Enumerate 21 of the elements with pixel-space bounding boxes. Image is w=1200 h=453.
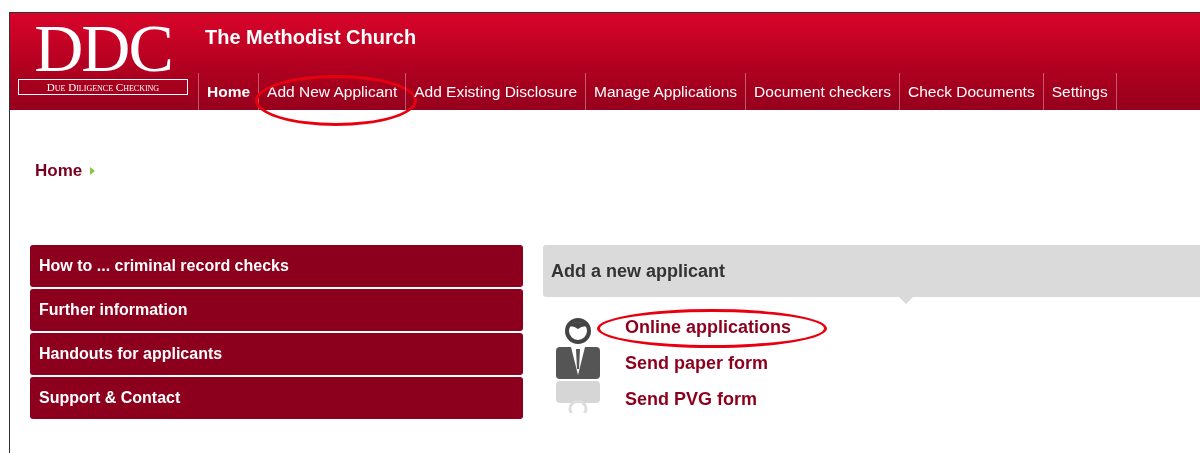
option-link[interactable]: Online applications — [625, 317, 792, 338]
panel-title: Add a new applicant — [551, 260, 726, 282]
nav-tab[interactable]: Settings — [1043, 73, 1116, 110]
nav-tab[interactable]: Document checkers — [746, 73, 900, 110]
nav-tab[interactable]: Home — [199, 73, 259, 110]
sidebar-item[interactable]: Further information — [30, 289, 523, 331]
nav-tab[interactable]: Add New Applicant — [259, 73, 406, 110]
chevron-icon — [90, 167, 96, 175]
person-icon — [555, 317, 601, 413]
nav-tab[interactable]: Add Existing Disclosure — [406, 73, 585, 110]
logo-mark: DDC — [33, 19, 173, 77]
site-title: The Methodist Church — [204, 25, 418, 49]
option-link[interactable]: Send PVG form — [625, 389, 758, 410]
breadcrumb-link[interactable]: Home — [35, 161, 83, 181]
option-link[interactable]: Send paper form — [625, 353, 769, 374]
sidebar-item[interactable]: Handouts for applicants — [30, 333, 523, 375]
sidebar-item[interactable]: How to ... criminal record checks — [30, 245, 523, 287]
nav-tab[interactable]: Check Documents — [900, 73, 1043, 110]
nav-tab[interactable]: Manage Applications — [586, 73, 746, 110]
sidebar-item[interactable]: Support & Contact — [30, 377, 523, 419]
logo-tagline: Due Diligence Checking — [18, 79, 188, 95]
